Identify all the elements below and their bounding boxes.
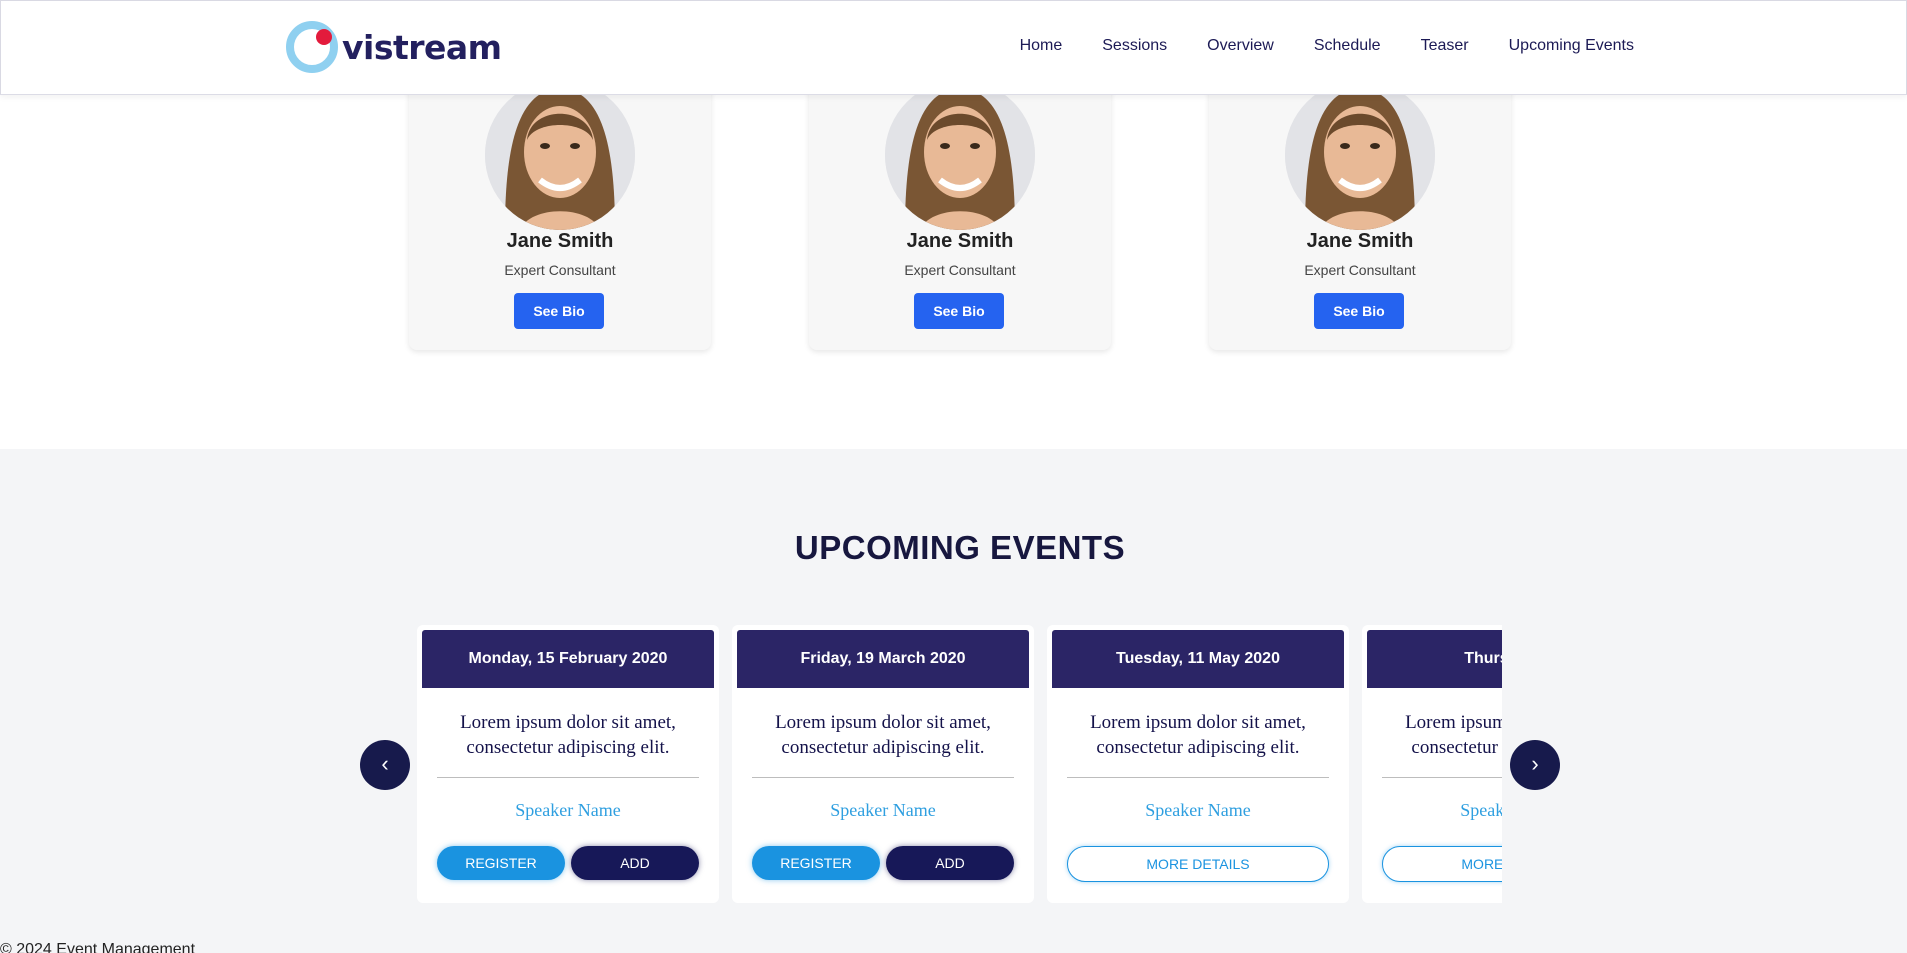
- event-speaker-name: Speaker Name: [1145, 800, 1251, 820]
- event-description: Lorem ipsum dolor sit amet, consectetur …: [742, 710, 1024, 760]
- upcoming-events-section: UPCOMING EVENTS Monday, 15 February 2020…: [0, 449, 1907, 953]
- event-description-line: Lorem ipsum dolor sit amet,: [460, 712, 676, 733]
- event-date: Monday, 15 February 2020: [422, 630, 714, 688]
- divider: [1382, 777, 1502, 778]
- speaker-photo: [485, 80, 635, 230]
- event-description: Lorem ipsum dolor sit amet, consectetur …: [1057, 710, 1339, 760]
- logo-icon: [286, 21, 338, 73]
- speaker-name: Jane Smith: [506, 230, 614, 252]
- divider: [437, 777, 699, 778]
- event-card: Friday, 19 March 2020 Lorem ipsum dolor …: [732, 625, 1034, 903]
- speaker-photo: [1285, 80, 1435, 230]
- speaker-name: Jane Smith: [906, 230, 1014, 252]
- add-button[interactable]: ADD: [571, 846, 699, 880]
- event-speaker-name: Speaker Name: [830, 800, 936, 820]
- speaker-card: Jane Smith Expert Consultant See Bio: [409, 60, 711, 350]
- logo[interactable]: vistream: [286, 21, 502, 73]
- speaker-name: Jane Smith: [1306, 230, 1414, 252]
- chevron-right-icon: ›: [1531, 751, 1539, 776]
- event-description-line: consectetur adipiscing elit.: [466, 737, 670, 758]
- speaker-card: Jane Smith Expert Consultant See Bio: [809, 60, 1111, 350]
- register-button[interactable]: REGISTER: [752, 846, 880, 880]
- nav-overview[interactable]: Overview: [1207, 37, 1274, 55]
- speaker-avatar: [485, 80, 635, 230]
- event-description-line: Lorem ipsum dolor sit amet,: [1090, 712, 1306, 733]
- more-details-button[interactable]: MORE DETAILS: [1382, 846, 1502, 882]
- chevron-left-icon: ‹: [381, 751, 389, 776]
- nav-schedule[interactable]: Schedule: [1314, 37, 1381, 55]
- divider: [752, 777, 1014, 778]
- event-speaker-name: Speaker Name: [1460, 800, 1502, 820]
- see-bio-button[interactable]: See Bio: [914, 293, 1004, 329]
- carousel-prev-button[interactable]: ‹: [360, 740, 410, 790]
- divider: [1067, 777, 1329, 778]
- event-description-line: consectetur adipiscing elit.: [1096, 737, 1300, 758]
- speaker-avatar: [1285, 80, 1435, 230]
- speaker-role: Expert Consultant: [504, 262, 616, 278]
- event-card: Tuesday, 11 May 2020 Lorem ipsum dolor s…: [1047, 625, 1349, 903]
- event-description: Lorem ipsum dolor sit amet, consectetur …: [1372, 710, 1502, 760]
- speaker-role: Expert Consultant: [1304, 262, 1416, 278]
- main-nav: Home Sessions Overview Schedule Teaser U…: [1020, 37, 1634, 55]
- event-description-line: consectetur adipiscing elit.: [1411, 737, 1502, 758]
- carousel-next-button[interactable]: ›: [1510, 740, 1560, 790]
- speaker-card: Jane Smith Expert Consultant See Bio: [1209, 60, 1511, 350]
- event-description-line: Lorem ipsum dolor sit amet,: [1405, 712, 1502, 733]
- nav-sessions[interactable]: Sessions: [1102, 37, 1167, 55]
- speaker-photo: [885, 80, 1035, 230]
- event-date: Tuesday, 11 May 2020: [1052, 630, 1344, 688]
- events-carousel: Monday, 15 February 2020 Lorem ipsum dol…: [412, 625, 1502, 915]
- register-button[interactable]: REGISTER: [437, 846, 565, 880]
- section-title: UPCOMING EVENTS: [794, 529, 1126, 566]
- add-button[interactable]: ADD: [886, 846, 1014, 880]
- event-card: Thursday, 15 Lorem ipsum dolor sit amet,…: [1362, 625, 1502, 903]
- event-card: Monday, 15 February 2020 Lorem ipsum dol…: [417, 625, 719, 903]
- nav-home[interactable]: Home: [1020, 37, 1063, 55]
- footer-copyright: © 2024 Event Management: [0, 941, 196, 953]
- see-bio-button[interactable]: See Bio: [1314, 293, 1404, 329]
- more-details-button[interactable]: MORE DETAILS: [1067, 846, 1329, 882]
- speaker-avatar: [885, 80, 1035, 230]
- event-speaker-name: Speaker Name: [515, 800, 621, 820]
- logo-text: vistream: [342, 27, 502, 67]
- see-bio-button[interactable]: See Bio: [514, 293, 604, 329]
- event-date: Friday, 19 March 2020: [737, 630, 1029, 688]
- event-description-line: Lorem ipsum dolor sit amet,: [775, 712, 991, 733]
- logo-dot: [316, 29, 332, 45]
- nav-upcoming-events[interactable]: Upcoming Events: [1509, 37, 1634, 55]
- event-description-line: consectetur adipiscing elit.: [781, 737, 985, 758]
- nav-teaser[interactable]: Teaser: [1421, 37, 1469, 55]
- event-description: Lorem ipsum dolor sit amet, consectetur …: [427, 710, 709, 760]
- speaker-role: Expert Consultant: [904, 262, 1016, 278]
- event-date: Thursday, 15: [1367, 630, 1502, 688]
- site-header: vistream Home Sessions Overview Schedule…: [0, 0, 1907, 95]
